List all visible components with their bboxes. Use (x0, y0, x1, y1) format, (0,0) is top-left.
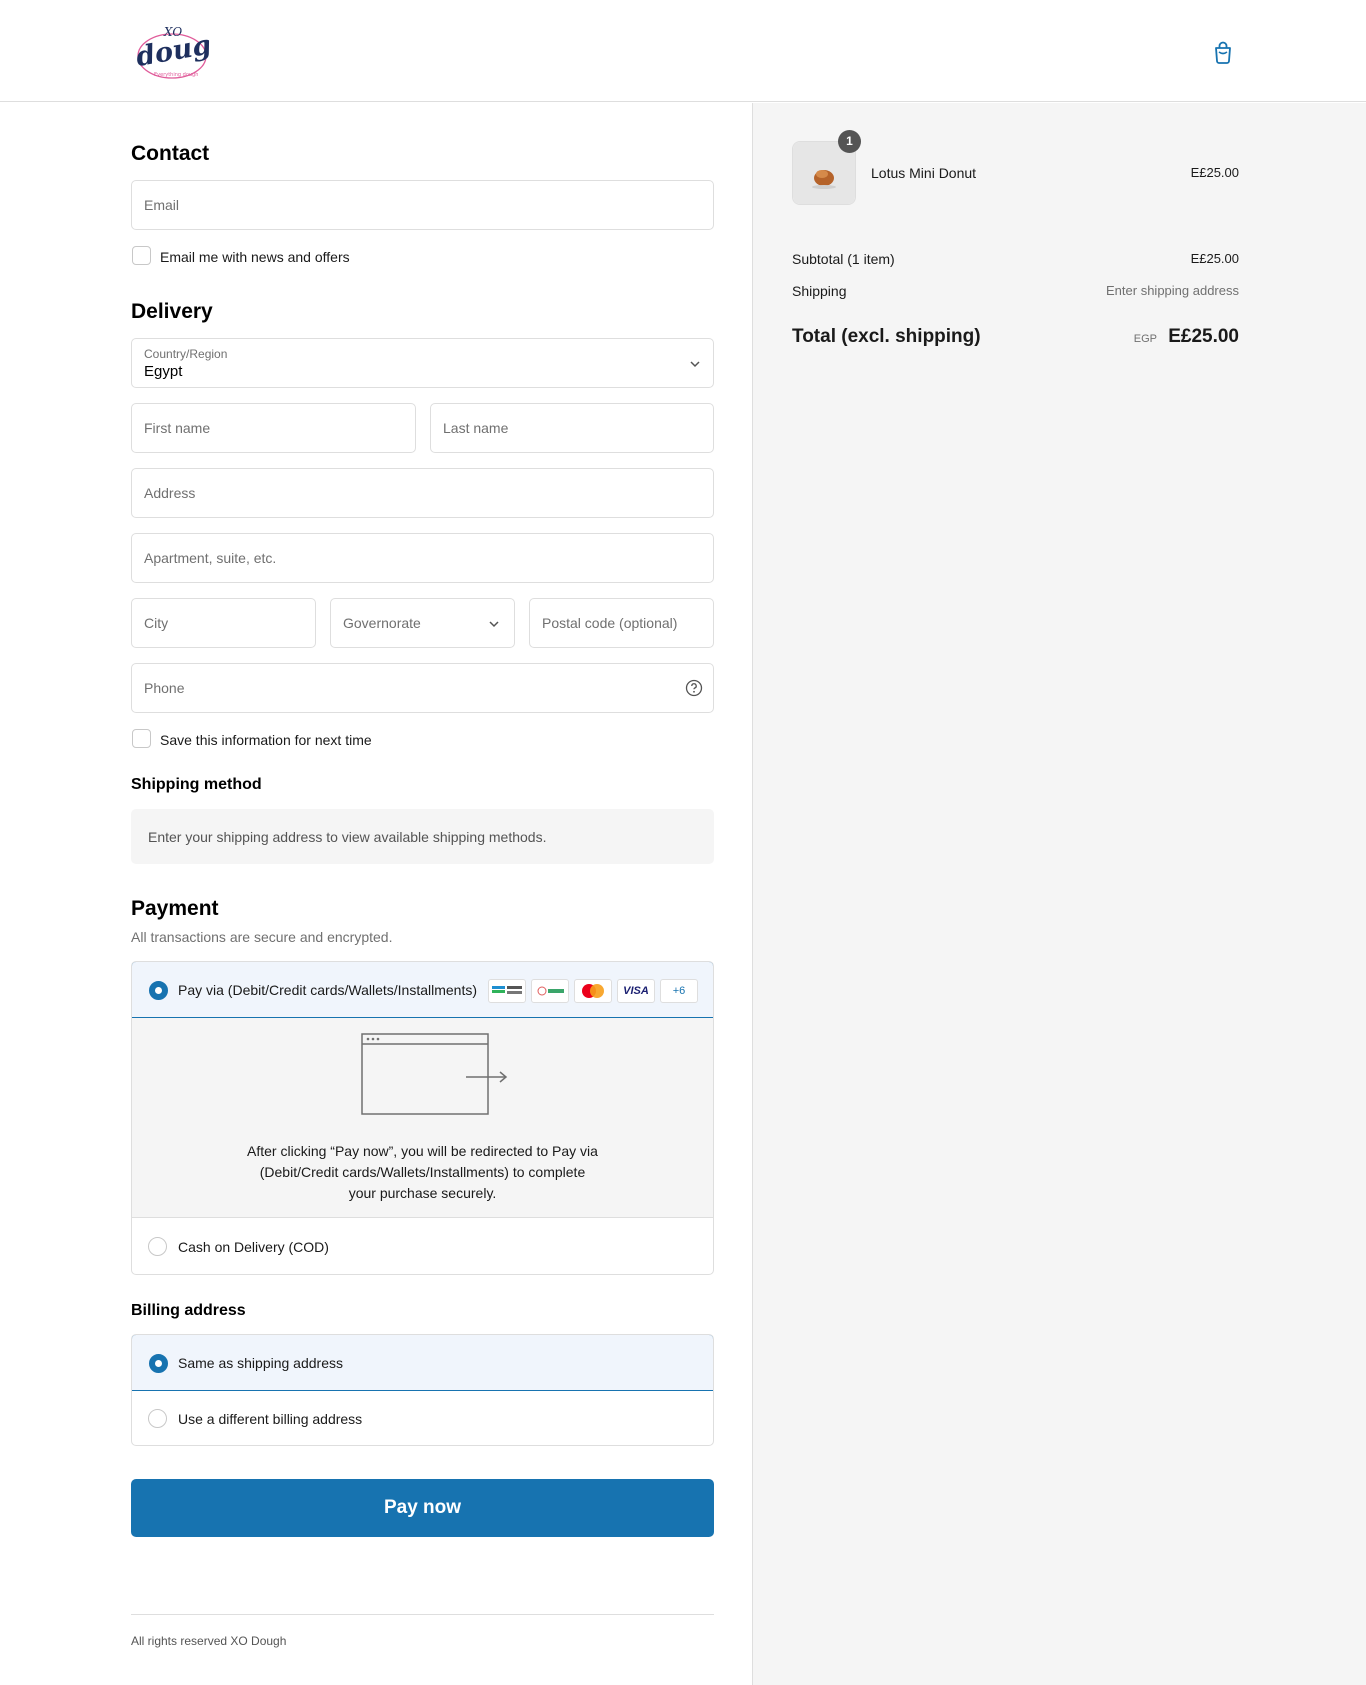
redirect-line-3: your purchase securely. (348, 1185, 497, 1201)
help-icon[interactable] (685, 679, 703, 697)
country-select[interactable]: Country/Region Egypt (131, 338, 714, 388)
billing-same-label: Same as shipping address (178, 1355, 343, 1371)
shipping-method-info: Enter your shipping address to view avai… (131, 809, 714, 864)
product-price: E£25.00 (1190, 165, 1239, 180)
redirect-line-2: (Debit/Credit cards/Wallets/Installments… (259, 1164, 586, 1180)
billing-title: Billing address (131, 1302, 246, 1319)
first-name-input[interactable]: First name (131, 403, 416, 453)
payment-option-gateway[interactable]: Pay via (Debit/Credit cards/Wallets/Inst… (132, 962, 713, 1018)
shipping-value: Enter shipping address (1106, 283, 1239, 298)
meeza-card-icon (488, 979, 526, 1003)
payment-options: Pay via (Debit/Credit cards/Wallets/Inst… (131, 961, 714, 1275)
delivery-title: Delivery (131, 300, 213, 323)
cod-radio[interactable] (148, 1237, 167, 1256)
store-logo[interactable]: XO dough Everything dough (134, 18, 233, 80)
redirect-browser-icon (361, 1033, 508, 1115)
governorate-placeholder: Governorate (343, 615, 421, 631)
billing-diff-label: Use a different billing address (178, 1411, 363, 1427)
footer-copyright: All rights reserved XO Dough (131, 1634, 287, 1648)
total-label: Total (excl. shipping) (792, 326, 981, 347)
wallet-card-icon (531, 979, 569, 1003)
product-name: Lotus Mini Donut (871, 165, 977, 181)
country-value: Egypt (144, 363, 183, 380)
redirect-text: After clicking “Pay now”, you will be re… (132, 1141, 713, 1204)
first-name-placeholder: First name (144, 420, 211, 436)
total-value: E£25.00 (1168, 326, 1239, 347)
subtotal-label: Subtotal (1 item) (792, 251, 895, 267)
newsletter-checkbox[interactable] (132, 246, 151, 265)
newsletter-label: Email me with news and offers (160, 249, 350, 265)
chevron-down-icon (489, 621, 499, 628)
last-name-placeholder: Last name (443, 420, 509, 436)
billing-option-same[interactable]: Same as shipping address (132, 1335, 713, 1391)
billing-same-radio[interactable] (149, 1354, 168, 1373)
postal-code-input[interactable]: Postal code (optional) (529, 598, 714, 648)
subtotal-value: E£25.00 (1190, 251, 1239, 266)
total-currency: EGP (1133, 333, 1157, 345)
governorate-select[interactable]: Governorate (330, 598, 515, 648)
pay-now-button[interactable]: Pay now (131, 1479, 714, 1537)
city-input[interactable]: City (131, 598, 316, 648)
apartment-placeholder: Apartment, suite, etc. (144, 550, 277, 566)
footer-divider (131, 1614, 714, 1615)
email-placeholder: Email (144, 197, 180, 213)
payment-option-cod[interactable]: Cash on Delivery (COD) (132, 1219, 713, 1274)
bag-icon[interactable] (1212, 40, 1234, 64)
payment-title: Payment (131, 897, 219, 920)
postal-placeholder: Postal code (optional) (542, 615, 678, 631)
visa-icon: VISA (617, 979, 655, 1003)
phone-input[interactable]: Phone (131, 663, 714, 713)
cod-label: Cash on Delivery (COD) (178, 1239, 329, 1255)
mastercard-icon (574, 979, 612, 1003)
chevron-down-icon (690, 361, 700, 368)
address-input[interactable]: Address (131, 468, 714, 518)
billing-options: Same as shipping address Use a different… (131, 1334, 714, 1446)
city-placeholder: City (144, 615, 169, 631)
contact-title: Contact (131, 142, 210, 165)
redirect-panel: After clicking “Pay now”, you will be re… (132, 1018, 713, 1218)
billing-diff-radio[interactable] (148, 1409, 167, 1428)
address-placeholder: Address (144, 485, 196, 501)
apartment-input[interactable]: Apartment, suite, etc. (131, 533, 714, 583)
billing-option-different[interactable]: Use a different billing address (132, 1391, 713, 1445)
email-input[interactable]: Email (131, 180, 714, 230)
shipping-method-title: Shipping method (131, 776, 262, 793)
save-info-label: Save this information for next time (160, 732, 372, 748)
more-cards-badge: +6 (660, 979, 698, 1003)
payment-subtitle: All transactions are secure and encrypte… (131, 929, 393, 945)
redirect-line-1: After clicking “Pay now”, you will be re… (247, 1143, 598, 1159)
last-name-input[interactable]: Last name (430, 403, 714, 453)
save-info-checkbox[interactable] (132, 729, 151, 748)
gateway-radio[interactable] (149, 981, 168, 1000)
header: XO dough Everything dough (0, 0, 1366, 102)
shipping-method-text: Enter your shipping address to view avai… (148, 829, 547, 845)
gateway-label: Pay via (Debit/Credit cards/Wallets/Inst… (178, 982, 478, 998)
shipping-label: Shipping (792, 283, 847, 299)
logo-tagline: Everything dough (154, 72, 198, 78)
country-label: Country/Region (144, 347, 228, 361)
phone-placeholder: Phone (144, 680, 185, 696)
quantity-badge: 1 (838, 130, 861, 153)
